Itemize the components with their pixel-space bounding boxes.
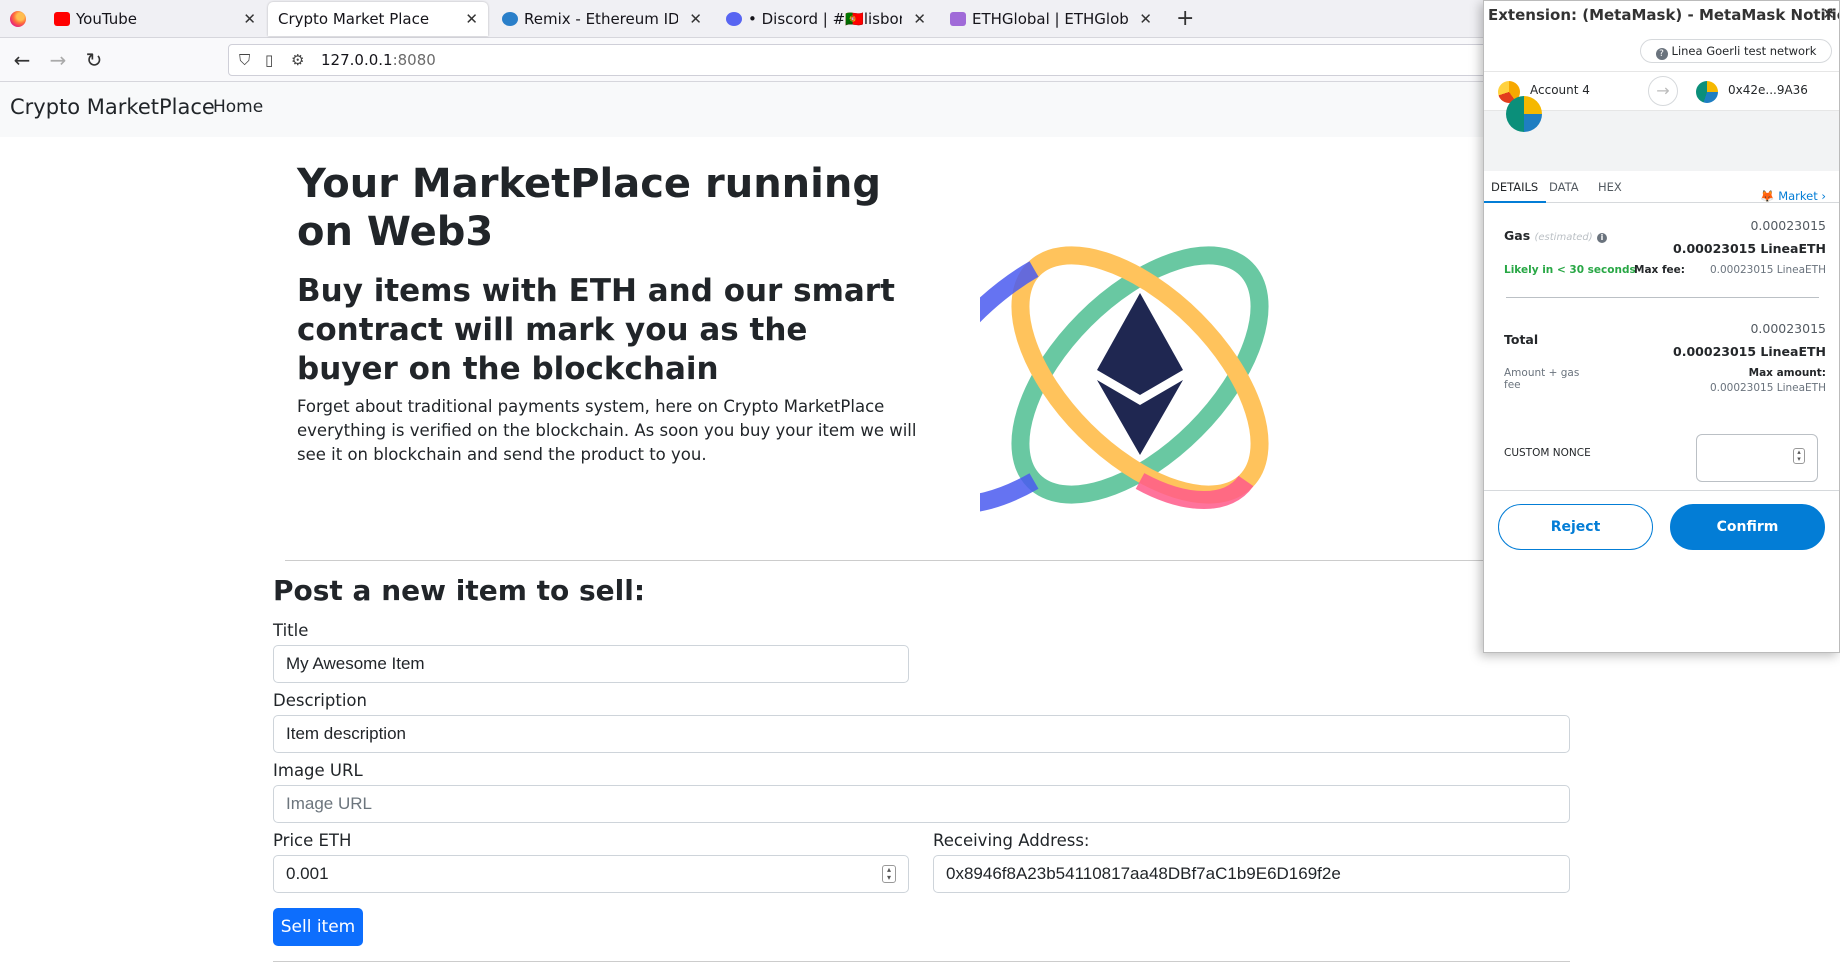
image-url-input[interactable]: Image URL (273, 785, 1570, 823)
gas-label: Gas (estimated) i (1504, 228, 1608, 243)
remix-icon (502, 12, 518, 26)
image-url-label: Image URL (273, 761, 363, 780)
page-icon[interactable]: ▯ (265, 51, 273, 69)
new-tab-icon[interactable]: + (1176, 0, 1194, 38)
back-icon[interactable]: ← (8, 46, 36, 74)
title-input[interactable]: My Awesome Item (273, 645, 909, 683)
ethereum-logo-illustration (980, 246, 1269, 512)
footer-divider (1484, 490, 1839, 491)
recipient-avatar (1696, 81, 1718, 103)
divider (1506, 297, 1819, 298)
close-tab-icon[interactable]: ✕ (689, 2, 702, 36)
stepper-icon[interactable]: ▴ ▾ (882, 865, 896, 883)
likely-in-text: Likely in < 30 seconds (1504, 264, 1636, 276)
site-brand[interactable]: Crypto MarketPlace (10, 95, 215, 119)
custom-nonce-input[interactable]: ▴ ▾ (1696, 434, 1818, 482)
custom-nonce-label: CUSTOM NONCE (1504, 447, 1591, 459)
tab-data[interactable]: DATA (1549, 180, 1579, 194)
firefox-logo-icon[interactable] (10, 11, 26, 27)
max-fee-label: Max fee: (1634, 264, 1685, 276)
tab-youtube[interactable]: YouTube ✕ (44, 2, 266, 36)
total-value: 0.00023015 (1750, 321, 1826, 336)
arrow-right-icon: → (1648, 76, 1678, 106)
to-address[interactable]: 0x42e...9A36 (1728, 83, 1808, 97)
total-label: Total (1504, 332, 1539, 347)
permissions-icon[interactable]: ⚙ (291, 51, 304, 69)
close-tab-icon[interactable]: ✕ (1139, 2, 1152, 36)
max-amount-value: 0.00023015 LineaETH (1709, 382, 1826, 394)
youtube-icon (54, 12, 70, 26)
section-divider (273, 961, 1570, 962)
form-heading: Post a new item to sell: (273, 574, 646, 607)
price-input[interactable]: 0.001 ▴ ▾ (273, 855, 909, 893)
price-value: 0.001 (286, 864, 329, 883)
total-value-eth: 0.00023015 LineaETH (1673, 344, 1826, 359)
tab-label: ETHGlobal | ETHGlobal Li (972, 10, 1128, 28)
popup-titlebar: Extension: (MetaMask) - MetaMask Notific… (1484, 1, 1840, 31)
max-fee-value: 0.00023015 LineaETH (1709, 264, 1826, 276)
from-account-name[interactable]: Account 4 (1530, 83, 1590, 97)
max-amount-label: Max amount: (1748, 367, 1826, 379)
close-tab-icon[interactable]: ✕ (465, 2, 478, 36)
gas-value: 0.00023015 (1750, 218, 1826, 233)
info-icon[interactable]: i (1597, 233, 1608, 243)
hero-subtitle: Buy items with ETH and our smart contrac… (297, 273, 895, 387)
stepper-icon[interactable]: ▴ ▾ (1793, 448, 1805, 464)
address-label: Receiving Address: (933, 831, 1090, 850)
market-link[interactable]: 🦊 Market › (1760, 189, 1826, 203)
discord-icon (726, 12, 742, 26)
section-divider (285, 560, 1570, 561)
receiving-address-input[interactable]: 0x8946f8A23b54110817aa48DBf7aC1b9E6D169f… (933, 855, 1570, 893)
forward-icon[interactable]: → (44, 46, 72, 74)
title-label: Title (273, 621, 309, 640)
hero-title: Your MarketPlace running on Web3 (297, 161, 881, 255)
tab-label: YouTube (76, 10, 137, 28)
price-label: Price ETH (273, 831, 352, 850)
gas-value-eth: 0.00023015 LineaETH (1673, 241, 1826, 256)
close-icon[interactable]: ✕ (1822, 5, 1835, 23)
contract-avatar (1506, 96, 1542, 132)
help-icon: ? (1655, 48, 1668, 60)
close-tab-icon[interactable]: ✕ (243, 2, 256, 36)
tab-discord[interactable]: • Discord | #🇵🇹lisbon-chat ✕ (716, 2, 936, 36)
ethglobal-icon (950, 12, 966, 26)
amount-gas-label: Amount + gas fee (1504, 367, 1580, 391)
tab-hex[interactable]: HEX (1598, 180, 1622, 194)
active-tab-indicator (1484, 201, 1546, 203)
description-label: Description (273, 691, 367, 710)
network-name: Linea Goerli test network (1671, 44, 1817, 58)
sell-item-button[interactable]: Sell item (273, 908, 363, 946)
tab-details[interactable]: DETAILS (1491, 180, 1538, 194)
tab-crypto-market-place[interactable]: Crypto Market Place ✕ (268, 2, 488, 36)
popup-body: ? Linea Goerli test network Account 4 → 0… (1484, 31, 1839, 652)
network-selector[interactable]: ? Linea Goerli test network (1640, 39, 1832, 63)
tab-ethglobal[interactable]: ETHGlobal | ETHGlobal Li ✕ (940, 2, 1162, 36)
nav-home-link[interactable]: Home (213, 97, 263, 117)
reload-icon[interactable]: ↻ (80, 46, 108, 74)
url-text[interactable]: 127.0.0.1:8080 (321, 51, 436, 69)
tab-label: Remix - Ethereum IDE (524, 10, 678, 28)
hero-description: Forget about traditional payments system… (297, 397, 917, 464)
tab-remix[interactable]: Remix - Ethereum IDE ✕ (492, 2, 712, 36)
description-input[interactable]: Item description (273, 715, 1570, 753)
reject-button[interactable]: Reject (1498, 504, 1653, 550)
tab-label: Crypto Market Place (278, 10, 430, 28)
tab-label: • Discord | #🇵🇹lisbon-chat (748, 10, 902, 28)
close-tab-icon[interactable]: ✕ (913, 2, 926, 36)
metamask-popup: Extension: (MetaMask) - MetaMask Notific… (1483, 0, 1840, 653)
confirm-button[interactable]: Confirm (1670, 504, 1825, 550)
shield-icon[interactable]: ⛉ (239, 51, 250, 69)
popup-title: Extension: (MetaMask) - MetaMask Notific… (1488, 6, 1840, 24)
